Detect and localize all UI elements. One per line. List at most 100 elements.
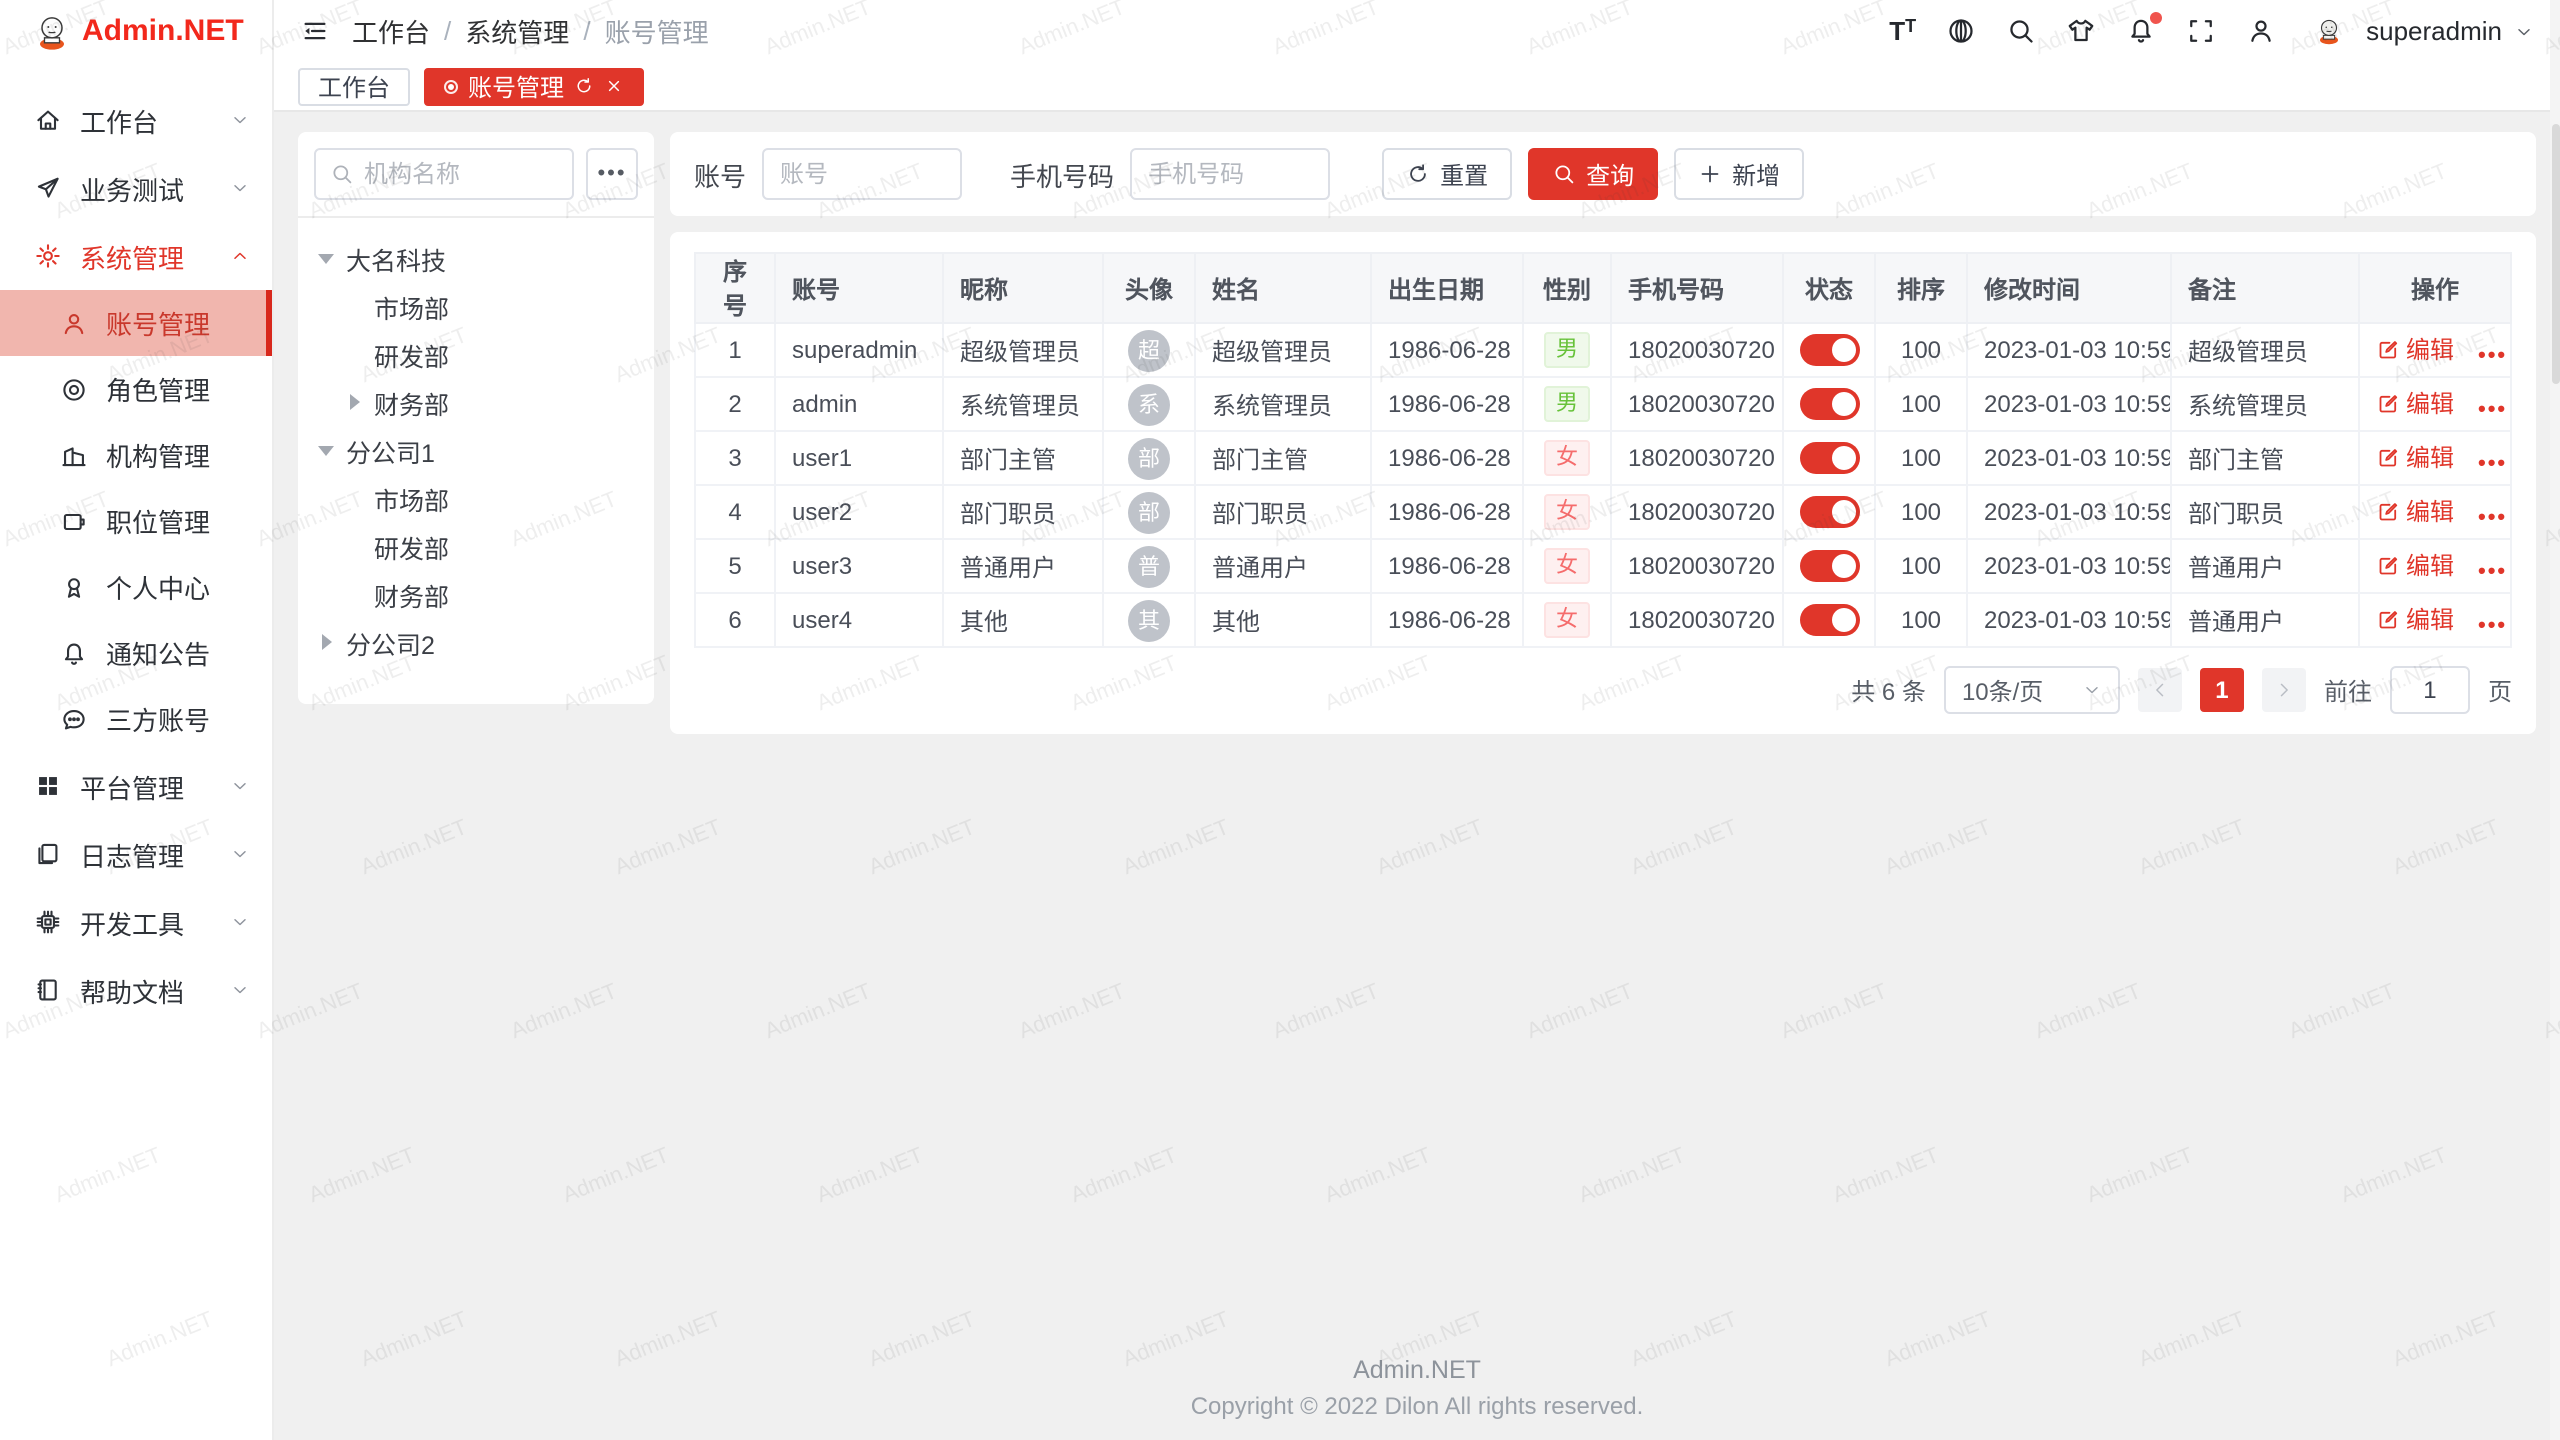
refresh-icon	[1406, 162, 1430, 186]
tree-node[interactable]: 研发部	[314, 330, 638, 378]
tree-node[interactable]: 分公司1	[314, 426, 638, 474]
status-toggle[interactable]	[1800, 550, 1860, 582]
cell-modified: 2023-01-03 10:59:44	[1967, 593, 2171, 647]
prev-page-button[interactable]	[2138, 668, 2182, 712]
row-more-button[interactable]: •••	[2478, 506, 2507, 530]
table-header-row: 序号账号昵称头像姓名出生日期性别手机号码状态排序修改时间备注操作	[695, 253, 2511, 323]
cell-nickname: 系统管理员	[943, 377, 1103, 431]
sidebar-item-account-mgmt[interactable]: 账号管理	[0, 290, 272, 356]
send-icon	[34, 174, 62, 202]
breadcrumb-item[interactable]: 工作台	[352, 12, 430, 50]
cell-account: user2	[775, 485, 943, 539]
sidebar-item-position-mgmt[interactable]: 职位管理	[0, 488, 272, 554]
sidebar-item-profile-center[interactable]: 个人中心	[0, 554, 272, 620]
search-icon[interactable]	[2006, 16, 2036, 46]
cell-status	[1783, 323, 1875, 377]
right-column: 账号 手机号码 重置 查询 新增	[670, 132, 2536, 734]
reset-button[interactable]: 重置	[1382, 148, 1512, 200]
user-icon[interactable]	[2246, 16, 2276, 46]
sidebar-item-platform-mgmt[interactable]: 平台管理	[0, 752, 272, 820]
sidebar-item-notice[interactable]: 通知公告	[0, 620, 272, 686]
sidebar-item-role-mgmt[interactable]: 角色管理	[0, 356, 272, 422]
refresh-icon[interactable]	[574, 76, 594, 96]
account-input[interactable]	[762, 148, 962, 200]
edit-button[interactable]: 编辑	[2376, 387, 2454, 421]
sidebar-item-system-mgmt[interactable]: 系统管理	[0, 222, 272, 290]
tree-node[interactable]: 财务部	[314, 570, 638, 618]
row-more-button[interactable]: •••	[2478, 398, 2507, 422]
row-more-button[interactable]: •••	[2478, 452, 2507, 476]
cell-actions: 编辑 •••	[2359, 377, 2511, 431]
goto-page-input[interactable]	[2390, 666, 2470, 714]
tree-node[interactable]: 分公司2	[314, 618, 638, 666]
org-search-input[interactable]	[364, 160, 558, 188]
tree-node[interactable]: 研发部	[314, 522, 638, 570]
edit-button[interactable]: 编辑	[2376, 603, 2454, 637]
gender-badge: 男	[1544, 386, 1590, 423]
breadcrumb-item[interactable]: 系统管理	[465, 12, 569, 50]
edit-button[interactable]: 编辑	[2376, 333, 2454, 367]
username[interactable]: superadmin	[2366, 16, 2502, 46]
tree-node[interactable]: 大名科技	[314, 234, 638, 282]
sidebar-item-org-mgmt[interactable]: 机构管理	[0, 422, 272, 488]
plus-icon	[1698, 162, 1722, 186]
status-toggle[interactable]	[1800, 604, 1860, 636]
tree-node[interactable]: 市场部	[314, 474, 638, 522]
fullscreen-icon[interactable]	[2186, 16, 2216, 46]
font-size-icon[interactable]: TT	[1889, 18, 1916, 44]
status-toggle[interactable]	[1800, 442, 1860, 474]
sidebar-item-log-mgmt[interactable]: 日志管理	[0, 820, 272, 888]
edit-button[interactable]: 编辑	[2376, 495, 2454, 529]
caret-down-icon[interactable]	[318, 445, 334, 455]
more-options-button[interactable]: •••	[586, 148, 638, 200]
sidebar-item-dev-tools[interactable]: 开发工具	[0, 888, 272, 956]
cell-sort: 100	[1875, 431, 1967, 485]
language-icon[interactable]	[1946, 16, 1976, 46]
close-icon[interactable]	[604, 76, 624, 96]
caret-down-icon[interactable]	[318, 253, 334, 263]
sidebar-item-help-docs[interactable]: 帮助文档	[0, 956, 272, 1024]
edit-button[interactable]: 编辑	[2376, 549, 2454, 583]
user-avatar[interactable]	[2306, 9, 2350, 53]
caret-right-icon[interactable]	[349, 394, 359, 410]
row-more-button[interactable]: •••	[2478, 560, 2507, 584]
notification-icon[interactable]	[2126, 16, 2156, 46]
sidebar-item-workbench[interactable]: 工作台	[0, 86, 272, 154]
tree-node[interactable]: 市场部	[314, 282, 638, 330]
tab-workbench[interactable]: 工作台	[298, 67, 410, 105]
sidebar-item-third-party[interactable]: 三方账号	[0, 686, 272, 752]
status-toggle[interactable]	[1800, 496, 1860, 528]
cell-name: 超级管理员	[1195, 323, 1371, 377]
sidebar-item-business-test[interactable]: 业务测试	[0, 154, 272, 222]
phone-input[interactable]	[1130, 148, 1330, 200]
row-more-button[interactable]: •••	[2478, 614, 2507, 638]
org-search-field[interactable]	[314, 148, 574, 200]
breadcrumb-separator: /	[583, 16, 590, 46]
scrollbar-thumb[interactable]	[2551, 124, 2559, 384]
add-button[interactable]: 新增	[1674, 148, 1804, 200]
tab-account-mgmt[interactable]: 账号管理	[424, 67, 644, 105]
cell-status	[1783, 431, 1875, 485]
edit-button[interactable]: 编辑	[2376, 441, 2454, 475]
next-page-button[interactable]	[2262, 668, 2306, 712]
cell-nickname: 部门职员	[943, 485, 1103, 539]
logo-text: Admin.NET	[82, 14, 244, 48]
cell-birthdate: 1986-06-28	[1371, 431, 1523, 485]
caret-right-icon[interactable]	[321, 634, 331, 650]
tree-node[interactable]: 财务部	[314, 378, 638, 426]
row-more-button[interactable]: •••	[2478, 344, 2507, 368]
collapse-menu-icon[interactable]	[300, 16, 330, 46]
badge-icon	[60, 507, 88, 535]
role-icon	[60, 375, 88, 403]
page-number-button[interactable]: 1	[2200, 668, 2244, 712]
status-toggle[interactable]	[1800, 388, 1860, 420]
column-header: 头像	[1103, 253, 1195, 323]
chevron-down-icon[interactable]	[2514, 21, 2534, 41]
page-size-select[interactable]: 10条/页	[1944, 666, 2120, 714]
query-button[interactable]: 查询	[1528, 148, 1658, 200]
status-toggle[interactable]	[1800, 334, 1860, 366]
theme-icon[interactable]	[2066, 16, 2096, 46]
sidebar-item-label: 通知公告	[106, 634, 210, 672]
scrollbar[interactable]	[2550, 0, 2560, 1440]
column-header: 排序	[1875, 253, 1967, 323]
